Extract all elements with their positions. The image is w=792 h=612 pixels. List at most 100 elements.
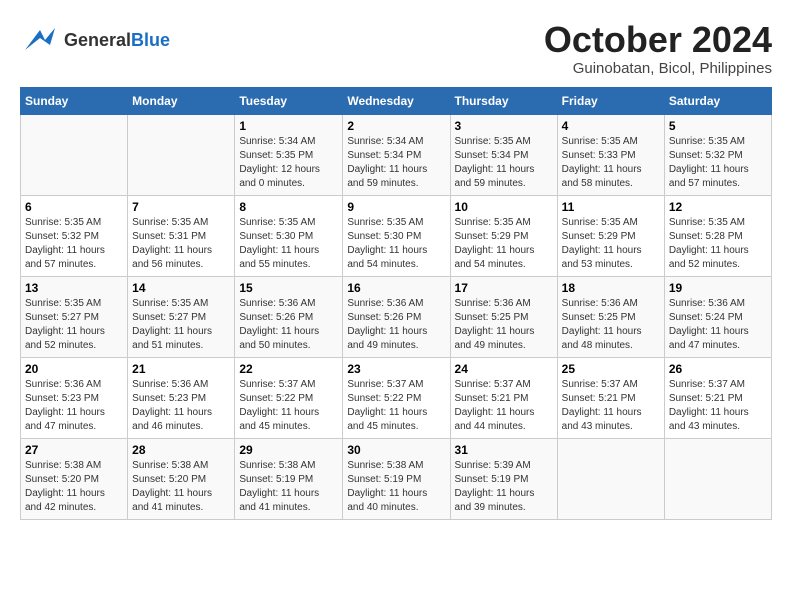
calendar-cell: 17 Sunrise: 5:36 AMSunset: 5:25 PMDayligh… bbox=[450, 276, 557, 357]
day-info: Sunrise: 5:35 AMSunset: 5:29 PMDaylight:… bbox=[455, 216, 553, 272]
calendar-cell: 7 Sunrise: 5:35 AMSunset: 5:31 PMDaylight… bbox=[128, 195, 235, 276]
calendar-cell: 5 Sunrise: 5:35 AMSunset: 5:32 PMDaylight… bbox=[664, 114, 771, 195]
title-block: October 2024 Guinobatan, Bicol, Philippi… bbox=[544, 20, 772, 77]
day-number: 31 bbox=[455, 443, 553, 457]
day-number: 1 bbox=[239, 119, 338, 133]
page-header: GeneralBlue October 2024 Guinobatan, Bic… bbox=[20, 20, 772, 77]
day-number: 6 bbox=[25, 200, 123, 214]
day-number: 24 bbox=[455, 362, 553, 376]
day-info: Sunrise: 5:35 AMSunset: 5:27 PMDaylight:… bbox=[132, 297, 230, 353]
week-row-3: 13 Sunrise: 5:35 AMSunset: 5:27 PMDayligh… bbox=[21, 276, 772, 357]
day-info: Sunrise: 5:37 AMSunset: 5:21 PMDaylight:… bbox=[455, 378, 553, 434]
calendar-cell: 23Sunrise: 5:37 AMSunset: 5:22 PMDayligh… bbox=[343, 357, 450, 438]
day-number: 12 bbox=[669, 200, 767, 214]
day-info: Sunrise: 5:39 AMSunset: 5:19 PMDaylight:… bbox=[455, 459, 553, 515]
day-number: 30 bbox=[347, 443, 445, 457]
header-row: SundayMondayTuesdayWednesdayThursdayFrid… bbox=[21, 87, 772, 114]
day-number: 3 bbox=[455, 119, 553, 133]
day-info: Sunrise: 5:36 AMSunset: 5:25 PMDaylight:… bbox=[562, 297, 660, 353]
day-info: Sunrise: 5:34 AMSunset: 5:35 PMDaylight:… bbox=[239, 135, 338, 191]
calendar-cell: 22Sunrise: 5:37 AMSunset: 5:22 PMDayligh… bbox=[235, 357, 343, 438]
day-info: Sunrise: 5:36 AMSunset: 5:26 PMDaylight:… bbox=[239, 297, 338, 353]
day-number: 19 bbox=[669, 281, 767, 295]
col-header-wednesday: Wednesday bbox=[343, 87, 450, 114]
day-info: Sunrise: 5:38 AMSunset: 5:19 PMDaylight:… bbox=[239, 459, 338, 515]
calendar-cell: 25Sunrise: 5:37 AMSunset: 5:21 PMDayligh… bbox=[557, 357, 664, 438]
day-number: 21 bbox=[132, 362, 230, 376]
day-number: 17 bbox=[455, 281, 553, 295]
day-number: 14 bbox=[132, 281, 230, 295]
day-number: 13 bbox=[25, 281, 123, 295]
day-info: Sunrise: 5:38 AMSunset: 5:20 PMDaylight:… bbox=[132, 459, 230, 515]
day-info: Sunrise: 5:34 AMSunset: 5:34 PMDaylight:… bbox=[347, 135, 445, 191]
calendar-cell: 10Sunrise: 5:35 AMSunset: 5:29 PMDayligh… bbox=[450, 195, 557, 276]
calendar-cell: 24 Sunrise: 5:37 AMSunset: 5:21 PMDayligh… bbox=[450, 357, 557, 438]
calendar-cell: 4 Sunrise: 5:35 AMSunset: 5:33 PMDaylight… bbox=[557, 114, 664, 195]
calendar-cell: 14 Sunrise: 5:35 AMSunset: 5:27 PMDayligh… bbox=[128, 276, 235, 357]
day-number: 25 bbox=[562, 362, 660, 376]
day-info: Sunrise: 5:35 AMSunset: 5:32 PMDaylight:… bbox=[669, 135, 767, 191]
col-header-friday: Friday bbox=[557, 87, 664, 114]
calendar-cell: 16Sunrise: 5:36 AMSunset: 5:26 PMDayligh… bbox=[343, 276, 450, 357]
week-row-4: 20Sunrise: 5:36 AMSunset: 5:23 PMDayligh… bbox=[21, 357, 772, 438]
day-number: 7 bbox=[132, 200, 230, 214]
calendar-cell: 18 Sunrise: 5:36 AMSunset: 5:25 PMDayligh… bbox=[557, 276, 664, 357]
calendar-cell: 28 Sunrise: 5:38 AMSunset: 5:20 PMDayligh… bbox=[128, 438, 235, 519]
week-row-1: 1 Sunrise: 5:34 AMSunset: 5:35 PMDaylight… bbox=[21, 114, 772, 195]
calendar-cell: 19 Sunrise: 5:36 AMSunset: 5:24 PMDayligh… bbox=[664, 276, 771, 357]
logo-general: General bbox=[64, 30, 131, 50]
day-number: 8 bbox=[239, 200, 338, 214]
calendar-cell: 26 Sunrise: 5:37 AMSunset: 5:21 PMDayligh… bbox=[664, 357, 771, 438]
day-info: Sunrise: 5:36 AMSunset: 5:23 PMDaylight:… bbox=[132, 378, 230, 434]
day-number: 28 bbox=[132, 443, 230, 457]
logo-blue: Blue bbox=[131, 30, 170, 50]
day-number: 27 bbox=[25, 443, 123, 457]
calendar-cell: 12 Sunrise: 5:35 AMSunset: 5:28 PMDayligh… bbox=[664, 195, 771, 276]
day-info: Sunrise: 5:35 AMSunset: 5:34 PMDaylight:… bbox=[455, 135, 553, 191]
calendar-cell bbox=[21, 114, 128, 195]
day-info: Sunrise: 5:38 AMSunset: 5:20 PMDaylight:… bbox=[25, 459, 123, 515]
calendar-cell bbox=[664, 438, 771, 519]
calendar-cell: 20Sunrise: 5:36 AMSunset: 5:23 PMDayligh… bbox=[21, 357, 128, 438]
day-number: 23 bbox=[347, 362, 445, 376]
calendar-cell: 13 Sunrise: 5:35 AMSunset: 5:27 PMDayligh… bbox=[21, 276, 128, 357]
calendar-cell: 1 Sunrise: 5:34 AMSunset: 5:35 PMDaylight… bbox=[235, 114, 343, 195]
calendar-cell: 29Sunrise: 5:38 AMSunset: 5:19 PMDayligh… bbox=[235, 438, 343, 519]
logo: GeneralBlue bbox=[20, 20, 170, 60]
day-info: Sunrise: 5:35 AMSunset: 5:30 PMDaylight:… bbox=[239, 216, 338, 272]
calendar-cell: 21 Sunrise: 5:36 AMSunset: 5:23 PMDayligh… bbox=[128, 357, 235, 438]
subtitle: Guinobatan, Bicol, Philippines bbox=[544, 60, 772, 77]
calendar-cell: 11 Sunrise: 5:35 AMSunset: 5:29 PMDayligh… bbox=[557, 195, 664, 276]
day-number: 9 bbox=[347, 200, 445, 214]
day-info: Sunrise: 5:35 AMSunset: 5:31 PMDaylight:… bbox=[132, 216, 230, 272]
day-info: Sunrise: 5:37 AMSunset: 5:21 PMDaylight:… bbox=[669, 378, 767, 434]
day-number: 2 bbox=[347, 119, 445, 133]
main-title: October 2024 bbox=[544, 20, 772, 60]
week-row-2: 6 Sunrise: 5:35 AMSunset: 5:32 PMDaylight… bbox=[21, 195, 772, 276]
calendar-cell: 15 Sunrise: 5:36 AMSunset: 5:26 PMDayligh… bbox=[235, 276, 343, 357]
day-info: Sunrise: 5:36 AMSunset: 5:25 PMDaylight:… bbox=[455, 297, 553, 353]
calendar-cell: 8 Sunrise: 5:35 AMSunset: 5:30 PMDaylight… bbox=[235, 195, 343, 276]
col-header-thursday: Thursday bbox=[450, 87, 557, 114]
day-number: 18 bbox=[562, 281, 660, 295]
day-number: 4 bbox=[562, 119, 660, 133]
day-info: Sunrise: 5:35 AMSunset: 5:29 PMDaylight:… bbox=[562, 216, 660, 272]
day-number: 11 bbox=[562, 200, 660, 214]
calendar-cell: 9Sunrise: 5:35 AMSunset: 5:30 PMDaylight… bbox=[343, 195, 450, 276]
day-info: Sunrise: 5:35 AMSunset: 5:28 PMDaylight:… bbox=[669, 216, 767, 272]
calendar-cell: 27 Sunrise: 5:38 AMSunset: 5:20 PMDayligh… bbox=[21, 438, 128, 519]
day-number: 5 bbox=[669, 119, 767, 133]
day-number: 15 bbox=[239, 281, 338, 295]
logo-text-block: GeneralBlue bbox=[64, 31, 170, 49]
day-number: 26 bbox=[669, 362, 767, 376]
calendar-cell bbox=[128, 114, 235, 195]
col-header-tuesday: Tuesday bbox=[235, 87, 343, 114]
day-info: Sunrise: 5:38 AMSunset: 5:19 PMDaylight:… bbox=[347, 459, 445, 515]
day-info: Sunrise: 5:35 AMSunset: 5:33 PMDaylight:… bbox=[562, 135, 660, 191]
day-info: Sunrise: 5:37 AMSunset: 5:22 PMDaylight:… bbox=[239, 378, 338, 434]
day-info: Sunrise: 5:36 AMSunset: 5:24 PMDaylight:… bbox=[669, 297, 767, 353]
day-info: Sunrise: 5:35 AMSunset: 5:27 PMDaylight:… bbox=[25, 297, 123, 353]
day-info: Sunrise: 5:35 AMSunset: 5:32 PMDaylight:… bbox=[25, 216, 123, 272]
calendar-table: SundayMondayTuesdayWednesdayThursdayFrid… bbox=[20, 87, 772, 520]
week-row-5: 27 Sunrise: 5:38 AMSunset: 5:20 PMDayligh… bbox=[21, 438, 772, 519]
